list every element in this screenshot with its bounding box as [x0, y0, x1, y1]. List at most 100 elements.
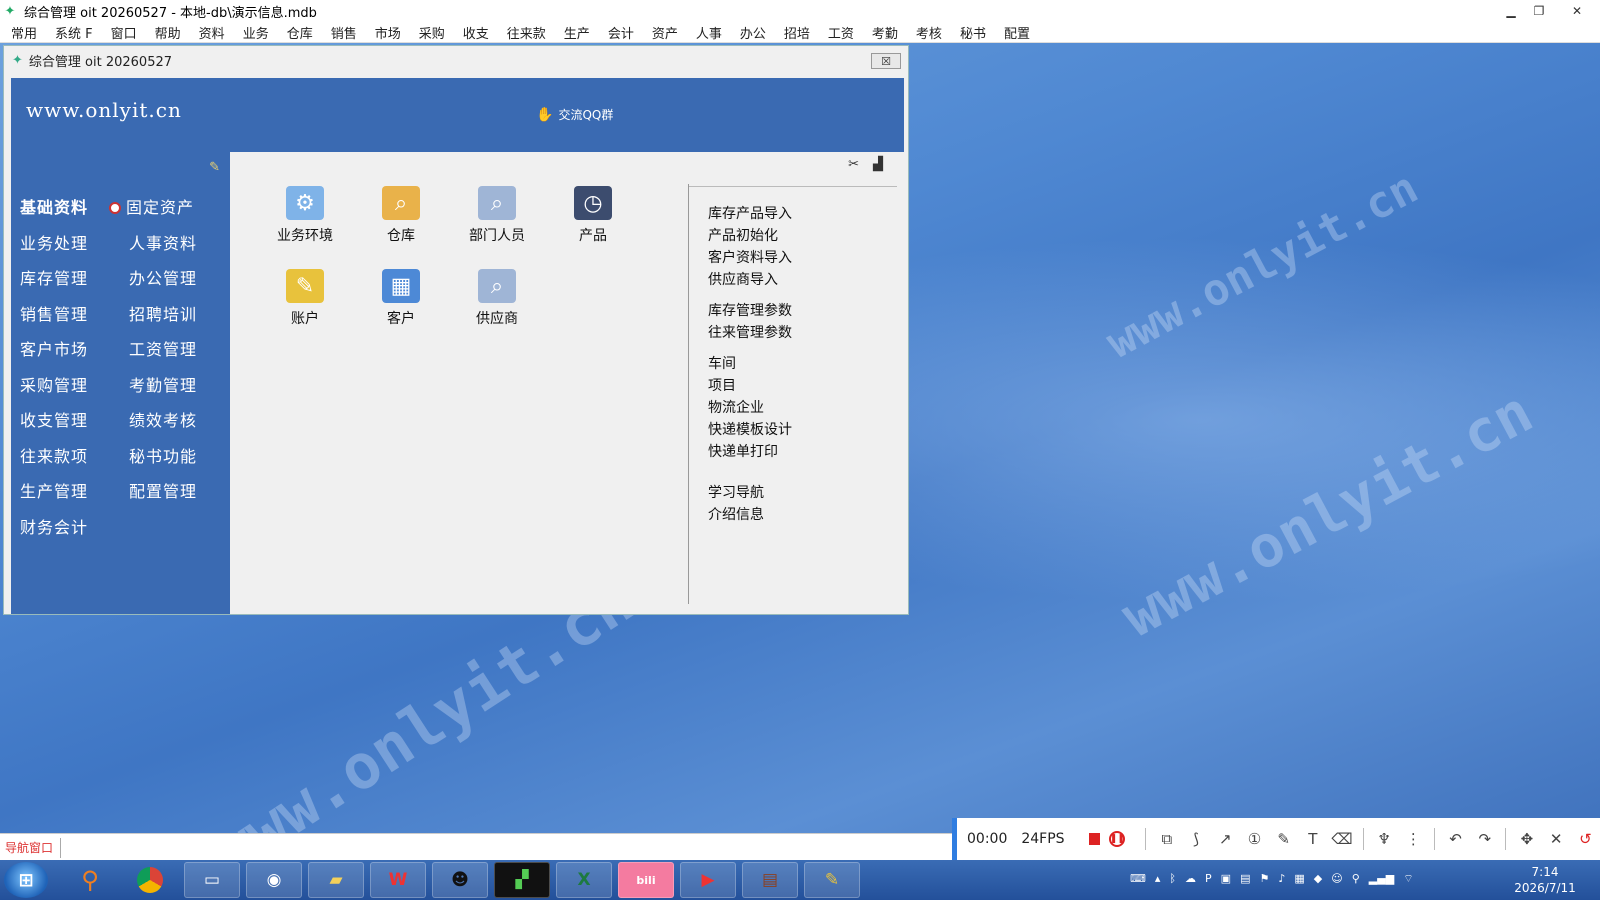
folder-icon[interactable]: ▰: [308, 862, 364, 898]
excel-icon[interactable]: X: [556, 862, 612, 898]
quick-link[interactable]: 快递单打印: [708, 441, 778, 461]
module-shortcut[interactable]: ▦ 客户: [356, 269, 446, 328]
module-shortcut[interactable]: ⌕ 供应商: [452, 269, 542, 328]
quick-link[interactable]: 往来管理参数: [708, 322, 792, 342]
network-icon[interactable]: ⚑: [1259, 872, 1269, 886]
nav-window-label[interactable]: 导航窗口: [5, 839, 53, 856]
quick-link[interactable]: 产品初始化: [708, 225, 778, 245]
pause-record-button[interactable]: ❚❚: [1109, 831, 1126, 847]
qq-icon[interactable]: ☻: [432, 862, 488, 898]
quick-link[interactable]: 库存管理参数: [708, 300, 792, 320]
menu-item[interactable]: 资料: [188, 23, 232, 42]
signal-icon[interactable]: ▂▄▆: [1369, 872, 1394, 886]
recorder-fps[interactable]: 24FPS: [1021, 831, 1064, 847]
nav-item[interactable]: 人事资料: [129, 230, 197, 254]
menu-item[interactable]: 销售: [320, 23, 364, 42]
menu-item[interactable]: 常用: [0, 23, 44, 42]
close-app-button[interactable]: ✕: [1560, 0, 1594, 22]
search-icon[interactable]: ⚲: [62, 862, 118, 898]
menu-item[interactable]: 配置: [993, 23, 1037, 42]
start-button[interactable]: ⊞: [4, 862, 48, 898]
p-icon[interactable]: P: [1205, 872, 1212, 886]
nav-item[interactable]: 考勤管理: [129, 372, 197, 396]
reset-icon[interactable]: ↺: [1571, 830, 1600, 848]
tray-arrow-icon[interactable]: ▴: [1155, 872, 1161, 886]
chart-icon[interactable]: ▟: [873, 157, 883, 172]
close-window-button[interactable]: ☒: [871, 53, 901, 69]
quick-link[interactable]: 介绍信息: [708, 504, 764, 524]
module-shortcut[interactable]: ◷ 产品: [548, 186, 638, 245]
menu-item[interactable]: 工资: [817, 23, 861, 42]
video-icon[interactable]: ▶: [680, 862, 736, 898]
print-icon[interactable]: ▤: [1240, 872, 1250, 886]
cloud-icon[interactable]: ☁: [1185, 872, 1196, 886]
nav-item[interactable]: 业务处理: [20, 230, 88, 254]
keyboard-icon[interactable]: ⌨: [1130, 872, 1146, 886]
qq-group-link[interactable]: ✋ 交流QQ群: [536, 106, 613, 123]
menu-item[interactable]: 招培: [773, 23, 817, 42]
pen-icon[interactable]: ✎: [1269, 830, 1298, 848]
module-shortcut[interactable]: ⌕ 仓库: [356, 186, 446, 245]
menu-item[interactable]: 考核: [905, 23, 949, 42]
polyline-icon[interactable]: ⟆: [1181, 830, 1210, 848]
terminal-icon[interactable]: ▞: [494, 862, 550, 898]
quick-link[interactable]: 项目: [708, 375, 736, 395]
nav-item[interactable]: 绩效考核: [129, 407, 197, 431]
chrome-icon[interactable]: [122, 862, 178, 898]
volume-icon[interactable]: ♪: [1278, 872, 1285, 886]
quick-link[interactable]: 学习导航: [708, 482, 764, 502]
menu-item[interactable]: 业务: [232, 23, 276, 42]
number-icon[interactable]: ①: [1240, 830, 1269, 848]
quick-link[interactable]: 供应商导入: [708, 269, 778, 289]
menu-item[interactable]: 收支: [452, 23, 496, 42]
text-icon[interactable]: T: [1298, 830, 1327, 848]
nav-item[interactable]: 往来款项: [20, 443, 88, 467]
arrow-icon[interactable]: ↗: [1211, 830, 1240, 848]
menu-item[interactable]: 帮助: [144, 23, 188, 42]
tv-icon[interactable]: ▣: [1221, 872, 1231, 886]
close-icon[interactable]: ✕: [1542, 830, 1571, 848]
menu-item[interactable]: 人事: [685, 23, 729, 42]
nav-item[interactable]: 配置管理: [129, 478, 197, 502]
face-icon[interactable]: ☺: [1331, 872, 1342, 886]
nav-item[interactable]: 财务会计: [20, 514, 88, 538]
winrar-icon[interactable]: ▤: [742, 862, 798, 898]
menu-item[interactable]: 仓库: [276, 23, 320, 42]
clock[interactable]: 7:14 2026/7/11: [1510, 864, 1580, 896]
menu-item[interactable]: 采购: [408, 23, 452, 42]
menu-item[interactable]: 市场: [364, 23, 408, 42]
menu-item[interactable]: 办公: [729, 23, 773, 42]
nav-item[interactable]: 固定资产: [109, 194, 194, 218]
app-tray-icon[interactable]: ▦: [1294, 872, 1304, 886]
menu-item[interactable]: 资产: [641, 23, 685, 42]
module-shortcut[interactable]: ⚙ 业务环境: [260, 186, 350, 245]
menu-item[interactable]: 秘书: [949, 23, 993, 42]
tools-icon[interactable]: ✂: [848, 157, 859, 172]
shield-icon[interactable]: ◆: [1314, 872, 1322, 886]
nav-item[interactable]: 销售管理: [20, 301, 88, 325]
menu-item[interactable]: 系统 F: [44, 23, 100, 42]
nav-item[interactable]: 生产管理: [20, 478, 88, 502]
menu-item[interactable]: 往来款: [496, 23, 553, 42]
search-tray-icon[interactable]: ⚲: [1352, 872, 1360, 886]
menu-item[interactable]: 会计: [597, 23, 641, 42]
shape-icon[interactable]: ⧉: [1152, 830, 1181, 848]
nav-item[interactable]: 工资管理: [129, 336, 197, 360]
redo-icon[interactable]: ↷: [1470, 830, 1499, 848]
nav-item[interactable]: 库存管理: [20, 265, 88, 289]
wifi-icon[interactable]: ⌔: [1403, 872, 1413, 886]
pin-icon[interactable]: ✎: [209, 160, 220, 175]
nav-item[interactable]: 客户市场: [20, 336, 88, 360]
module-shortcut[interactable]: ⌕ 部门人员: [452, 186, 542, 245]
highlight-icon[interactable]: ♆: [1370, 830, 1399, 848]
quick-link[interactable]: 客户资料导入: [708, 247, 792, 267]
nav-item[interactable]: 秘书功能: [129, 443, 197, 467]
quick-link[interactable]: 物流企业: [708, 397, 764, 417]
menu-item[interactable]: 考勤: [861, 23, 905, 42]
meeting-icon[interactable]: ◉: [246, 862, 302, 898]
eraser-icon[interactable]: ⌫: [1327, 830, 1356, 848]
nav-item[interactable]: 办公管理: [129, 265, 197, 289]
nav-item[interactable]: 收支管理: [20, 407, 88, 431]
nav-item[interactable]: 招聘培训: [129, 301, 197, 325]
more-icon[interactable]: ⋮: [1399, 830, 1428, 848]
